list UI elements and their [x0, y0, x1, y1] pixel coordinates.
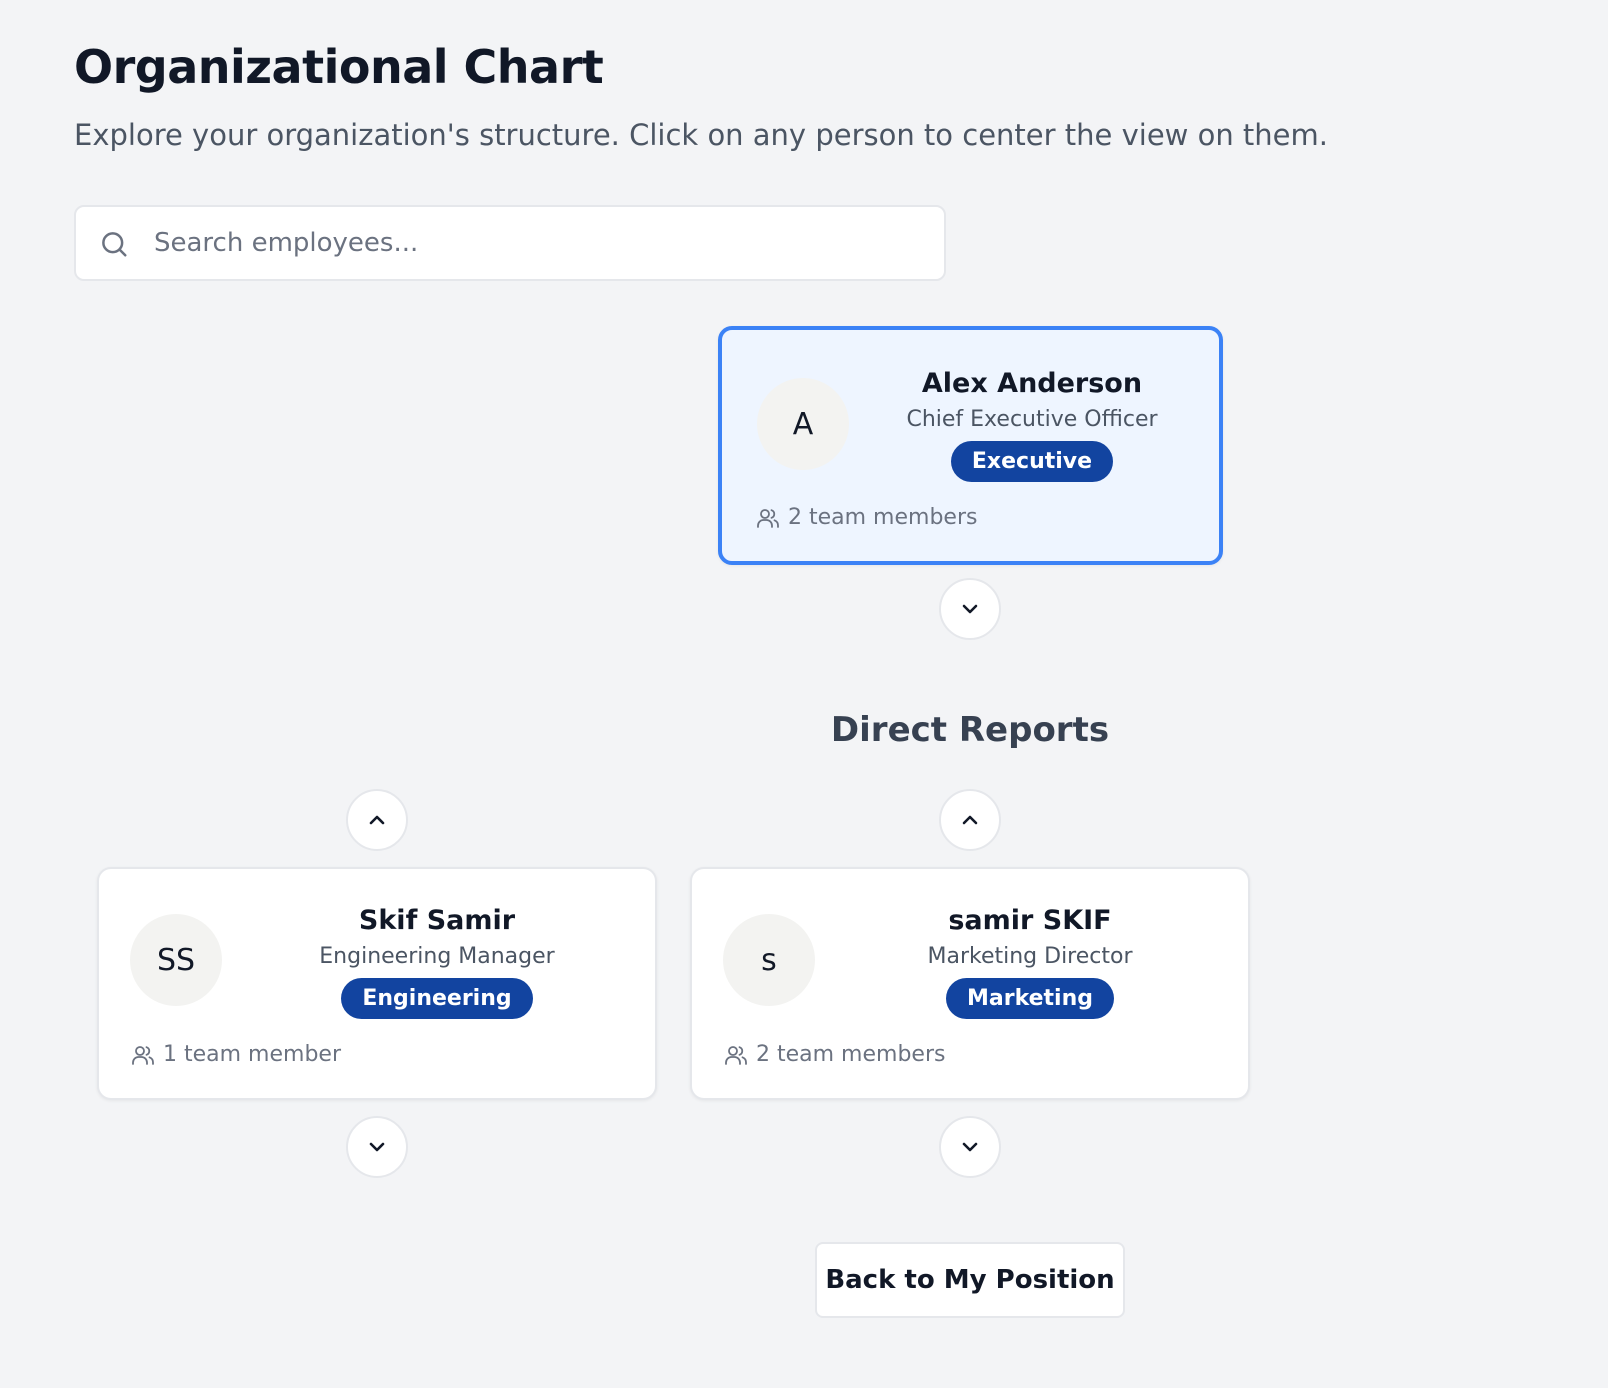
department-badge: Executive: [950, 441, 1114, 482]
page-title: Organizational Chart: [74, 40, 604, 94]
expand-team-button[interactable]: [346, 1116, 408, 1178]
report-card-skif-samir[interactable]: SS Skif Samir Engineering Manager Engine…: [97, 867, 657, 1100]
person-title: Engineering Manager: [319, 944, 555, 969]
users-icon: [757, 508, 779, 528]
team-count: 1 team member: [131, 1042, 341, 1067]
go-to-manager-button[interactable]: [939, 789, 1001, 851]
org-chart-page: Organizational Chart Explore your organi…: [0, 0, 1608, 1388]
expand-reports-button[interactable]: [939, 578, 1001, 640]
report-card-samir-skif[interactable]: s samir SKIF Marketing Director Marketin…: [690, 867, 1250, 1100]
direct-reports-heading: Direct Reports: [830, 710, 1110, 750]
team-count: 2 team members: [756, 505, 977, 530]
avatar: SS: [130, 914, 222, 1006]
focused-person-card[interactable]: A Alex Anderson Chief Executive Officer …: [718, 326, 1223, 565]
team-count-label: 1 team member: [163, 1042, 341, 1067]
person-info: Alex Anderson Chief Executive Officer Ex…: [872, 368, 1192, 482]
department-badge: Marketing: [945, 978, 1115, 1019]
chevron-down-icon: [962, 1142, 978, 1152]
back-to-my-position-button[interactable]: Back to My Position: [815, 1242, 1125, 1318]
chevron-down-icon: [369, 1142, 385, 1152]
users-icon: [725, 1045, 747, 1065]
chevron-up-icon: [962, 815, 978, 825]
team-count-label: 2 team members: [756, 1042, 946, 1067]
person-name: Alex Anderson: [921, 368, 1143, 399]
person-title: Chief Executive Officer: [906, 407, 1158, 432]
person-name: samir SKIF: [948, 905, 1112, 936]
search-icon: [102, 232, 127, 257]
page-subtitle: Explore your organization's structure. C…: [74, 118, 1328, 152]
expand-team-button[interactable]: [939, 1116, 1001, 1178]
person-info: samir SKIF Marketing Director Marketing: [860, 905, 1200, 1019]
go-to-manager-button[interactable]: [346, 789, 408, 851]
team-count: 2 team members: [724, 1042, 945, 1067]
person-name: Skif Samir: [358, 905, 516, 936]
avatar: A: [757, 378, 849, 470]
avatar: s: [723, 914, 815, 1006]
search-input[interactable]: [154, 207, 934, 279]
person-title: Marketing Director: [927, 944, 1133, 969]
chevron-up-icon: [369, 815, 385, 825]
chevron-down-icon: [962, 604, 978, 614]
users-icon: [132, 1045, 154, 1065]
search-box[interactable]: [74, 205, 946, 281]
team-count-label: 2 team members: [788, 505, 978, 530]
person-info: Skif Samir Engineering Manager Engineeri…: [267, 905, 607, 1019]
department-badge: Engineering: [341, 978, 533, 1019]
